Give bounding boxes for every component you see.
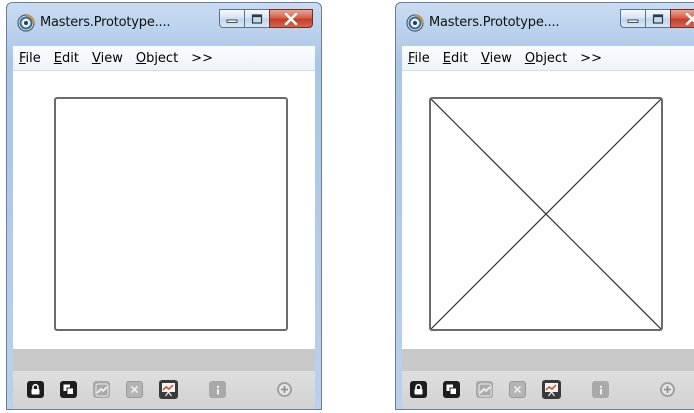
photo-button[interactable] (93, 381, 110, 398)
menu-bar: File Edit View Object >> (402, 46, 694, 71)
menu-overflow[interactable]: >> (574, 51, 609, 66)
chart-icon (162, 383, 175, 397)
window-title: Masters.Prototype.... (40, 15, 171, 30)
info-icon (216, 385, 219, 394)
info-button[interactable] (592, 381, 609, 398)
info-icon (599, 385, 602, 394)
menu-view[interactable]: View (86, 51, 130, 66)
menu-object[interactable]: Object (519, 51, 574, 66)
window-controls (620, 9, 694, 29)
menu-bar: File Edit View Object >> (13, 46, 315, 71)
info-button[interactable] (209, 381, 226, 398)
menu-file[interactable]: File (402, 51, 437, 66)
close-button[interactable] (670, 9, 694, 28)
canvas-area[interactable] (402, 71, 694, 349)
window-controls (219, 9, 313, 29)
delete-icon (513, 385, 522, 394)
lock-button[interactable] (27, 381, 44, 398)
add-icon (664, 386, 671, 393)
delete-button[interactable] (126, 381, 143, 398)
minimize-button[interactable] (620, 9, 646, 28)
menu-edit[interactable]: Edit (48, 51, 86, 66)
lock-button[interactable] (410, 381, 427, 398)
menu-overflow[interactable]: >> (185, 51, 220, 66)
close-icon (284, 12, 298, 25)
lock-icon (31, 383, 40, 395)
frame-placeholder[interactable] (429, 97, 663, 331)
minimize-icon (627, 19, 639, 23)
menu-file[interactable]: File (13, 51, 48, 66)
photo-button[interactable] (476, 381, 493, 398)
minimize-button[interactable] (219, 9, 245, 28)
add-button[interactable] (660, 382, 675, 397)
close-icon (685, 12, 694, 25)
chart-button[interactable] (159, 380, 178, 399)
status-bar (13, 349, 315, 371)
layers-button[interactable] (443, 381, 460, 398)
photo-icon (478, 383, 491, 396)
placeholder-cross (431, 99, 661, 329)
delete-button[interactable] (509, 381, 526, 398)
title-bar[interactable]: Masters.Prototype.... (396, 3, 694, 39)
menu-view[interactable]: View (475, 51, 519, 66)
menu-edit[interactable]: Edit (437, 51, 475, 66)
maximize-icon (251, 13, 263, 24)
title-bar[interactable]: Masters.Prototype.... (7, 3, 321, 39)
window-left: Masters.Prototype.... File Edit View Obj… (6, 2, 322, 410)
maximize-icon (652, 13, 664, 24)
delete-icon (130, 385, 139, 394)
layers-icon (446, 384, 457, 395)
menu-object[interactable]: Object (130, 51, 185, 66)
canvas-area[interactable] (13, 71, 315, 349)
chart-icon (545, 383, 558, 397)
bottom-toolbar (402, 371, 694, 409)
add-icon (281, 386, 288, 393)
maximize-button[interactable] (244, 9, 270, 28)
minimize-icon (226, 19, 238, 23)
app-icon (17, 14, 35, 32)
status-bar (402, 349, 694, 371)
frame-empty[interactable] (54, 97, 288, 331)
lock-icon (414, 383, 423, 395)
layers-button[interactable] (60, 381, 77, 398)
bottom-toolbar (13, 371, 315, 409)
app-icon (406, 14, 424, 32)
window-right: Masters.Prototype.... File Edit View Obj… (395, 2, 694, 410)
layers-icon (63, 384, 74, 395)
photo-icon (95, 383, 108, 396)
add-button[interactable] (277, 382, 292, 397)
chart-button[interactable] (542, 380, 561, 399)
window-title: Masters.Prototype.... (429, 15, 560, 30)
maximize-button[interactable] (645, 9, 671, 28)
close-button[interactable] (269, 9, 313, 28)
